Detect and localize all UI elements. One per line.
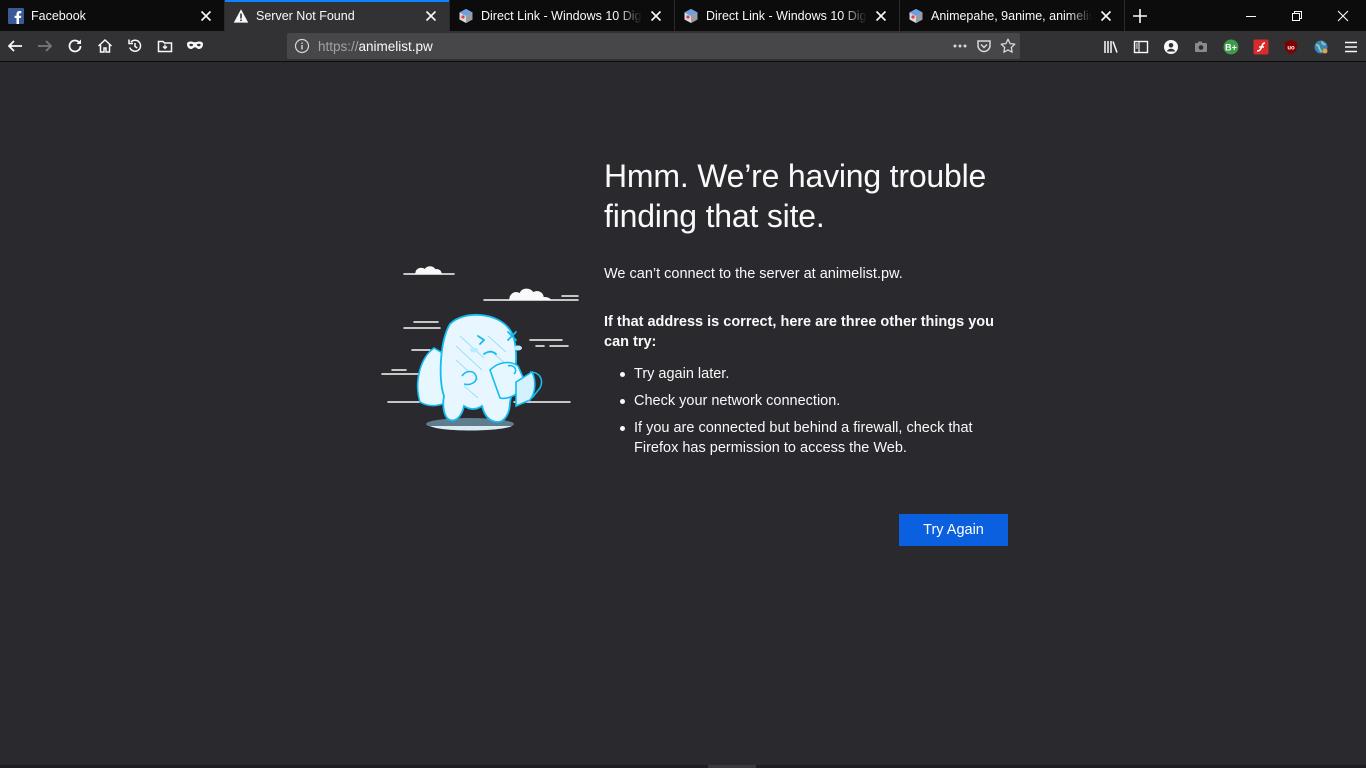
tab-title: Direct Link - Windows 10 Digital	[481, 8, 642, 23]
site-info-icon[interactable]	[289, 33, 315, 59]
star-icon	[1000, 38, 1016, 53]
restore-icon	[1292, 10, 1302, 21]
bookmark-star-button[interactable]	[996, 34, 1020, 58]
plus-icon	[1133, 8, 1147, 23]
error-suggestion-heading: If that address is correct, here are thr…	[604, 314, 994, 350]
reload-button[interactable]	[60, 32, 90, 60]
cube-icon	[908, 8, 924, 24]
titlebar-drag-area[interactable]	[1155, 0, 1228, 31]
tab-direct-link-2[interactable]: Direct Link - Windows 10 Digital	[675, 0, 900, 31]
warning-icon	[233, 8, 249, 24]
close-tab-icon[interactable]	[1098, 8, 1114, 24]
account-button[interactable]	[1156, 33, 1186, 61]
list-item: Try again later.	[604, 364, 1008, 384]
tab-facebook[interactable]: Facebook	[0, 0, 225, 31]
folder-icon	[157, 40, 173, 53]
flash-extension-button[interactable]	[1246, 33, 1276, 61]
account-icon	[1164, 39, 1178, 54]
home-icon	[97, 38, 113, 53]
flash-icon	[1253, 39, 1269, 54]
list-item: If you are connected but behind a firewa…	[604, 418, 1008, 458]
close-window-button[interactable]	[1320, 0, 1366, 31]
tab-strip: Facebook Server Not Found Direct Link - …	[0, 0, 1366, 31]
arrow-left-icon	[7, 40, 22, 52]
error-intro: We can’t connect to the server at animel…	[604, 266, 903, 282]
minimize-button[interactable]	[1228, 0, 1274, 31]
ublock-extension-button[interactable]: uo	[1276, 33, 1306, 61]
svg-text:uo: uo	[1287, 45, 1295, 51]
reload-icon	[68, 39, 82, 53]
arrow-right-icon	[38, 40, 53, 52]
tab-animepahe[interactable]: Animepahe, 9anime, animelist	[900, 0, 1125, 31]
more-dots-icon	[953, 44, 967, 48]
sidebar-button[interactable]	[1126, 33, 1156, 61]
error-illustration	[381, 266, 579, 431]
tab-title: Animepahe, 9anime, animelist	[931, 8, 1092, 23]
suggestion-list: Try again later. Check your network conn…	[604, 364, 1008, 458]
tab-title: Server Not Found	[256, 8, 355, 23]
home-button[interactable]	[90, 32, 120, 60]
mask-icon	[187, 41, 203, 49]
url-bar[interactable]: https://animelist.pw	[287, 33, 1020, 59]
list-item: Check your network connection.	[604, 391, 1008, 411]
cube-icon	[683, 8, 699, 24]
open-menu-button[interactable]	[1336, 33, 1366, 61]
screenshot-extension-button[interactable]	[1186, 33, 1216, 61]
globe-extension-button[interactable]	[1306, 33, 1336, 61]
close-tab-icon[interactable]	[423, 8, 439, 24]
forward-button[interactable]	[30, 32, 60, 60]
url-text[interactable]: https://animelist.pw	[315, 39, 948, 54]
close-tab-icon[interactable]	[873, 8, 889, 24]
hamburger-menu-icon	[1345, 41, 1357, 52]
back-button[interactable]	[0, 32, 30, 60]
close-tab-icon[interactable]	[198, 8, 214, 24]
browser-window: Facebook Server Not Found Direct Link - …	[0, 0, 1366, 768]
bplus-icon: B+	[1223, 39, 1239, 54]
close-icon	[1337, 10, 1349, 21]
close-tab-icon[interactable]	[648, 8, 664, 24]
tab-server-not-found[interactable]: Server Not Found	[225, 0, 450, 31]
library-button[interactable]	[1096, 33, 1126, 61]
pocket-button[interactable]	[972, 34, 996, 58]
error-text-container: Hmm. We’re having trouble finding that s…	[604, 156, 1008, 465]
history-icon	[128, 39, 142, 52]
error-title: Hmm. We’re having trouble finding that s…	[604, 158, 987, 234]
library-icon	[1104, 40, 1118, 53]
url-host: animelist.pw	[358, 38, 433, 54]
facebook-icon	[8, 7, 24, 24]
url-scheme: https://	[318, 38, 359, 54]
page-actions-button[interactable]	[948, 34, 972, 58]
ublock-icon: uo	[1285, 39, 1297, 54]
tab-direct-link-1[interactable]: Direct Link - Windows 10 Digital	[450, 0, 675, 31]
cube-icon	[458, 8, 474, 24]
sidebar-icon	[1133, 40, 1149, 53]
restore-button[interactable]	[1274, 0, 1320, 31]
pocket-icon	[977, 40, 991, 53]
new-tab-button[interactable]	[1125, 0, 1155, 31]
navigation-toolbar: https://animelist.pw B+ uo	[0, 31, 1366, 62]
minimize-icon	[1246, 15, 1256, 17]
downloads-folder-button[interactable]	[150, 32, 180, 60]
screenshot-icon	[1195, 41, 1207, 52]
try-again-button[interactable]: Try Again	[899, 514, 1008, 546]
svg-text:B+: B+	[1225, 42, 1237, 52]
history-button[interactable]	[120, 32, 150, 60]
bplus-extension-button[interactable]: B+	[1216, 33, 1246, 61]
tab-title: Direct Link - Windows 10 Digital	[706, 8, 867, 23]
toolbar-right: B+ uo	[1096, 31, 1366, 62]
tab-title: Facebook	[31, 8, 86, 23]
private-browsing-button[interactable]	[180, 32, 210, 60]
globe-icon	[1314, 40, 1328, 53]
